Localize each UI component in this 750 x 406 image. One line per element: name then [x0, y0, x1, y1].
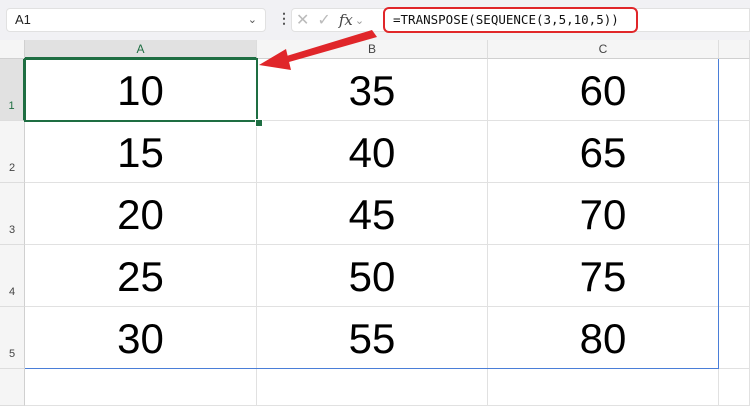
arrow-head	[259, 49, 291, 70]
arrow-shaft	[280, 30, 377, 64]
annotation-arrow	[259, 30, 377, 70]
